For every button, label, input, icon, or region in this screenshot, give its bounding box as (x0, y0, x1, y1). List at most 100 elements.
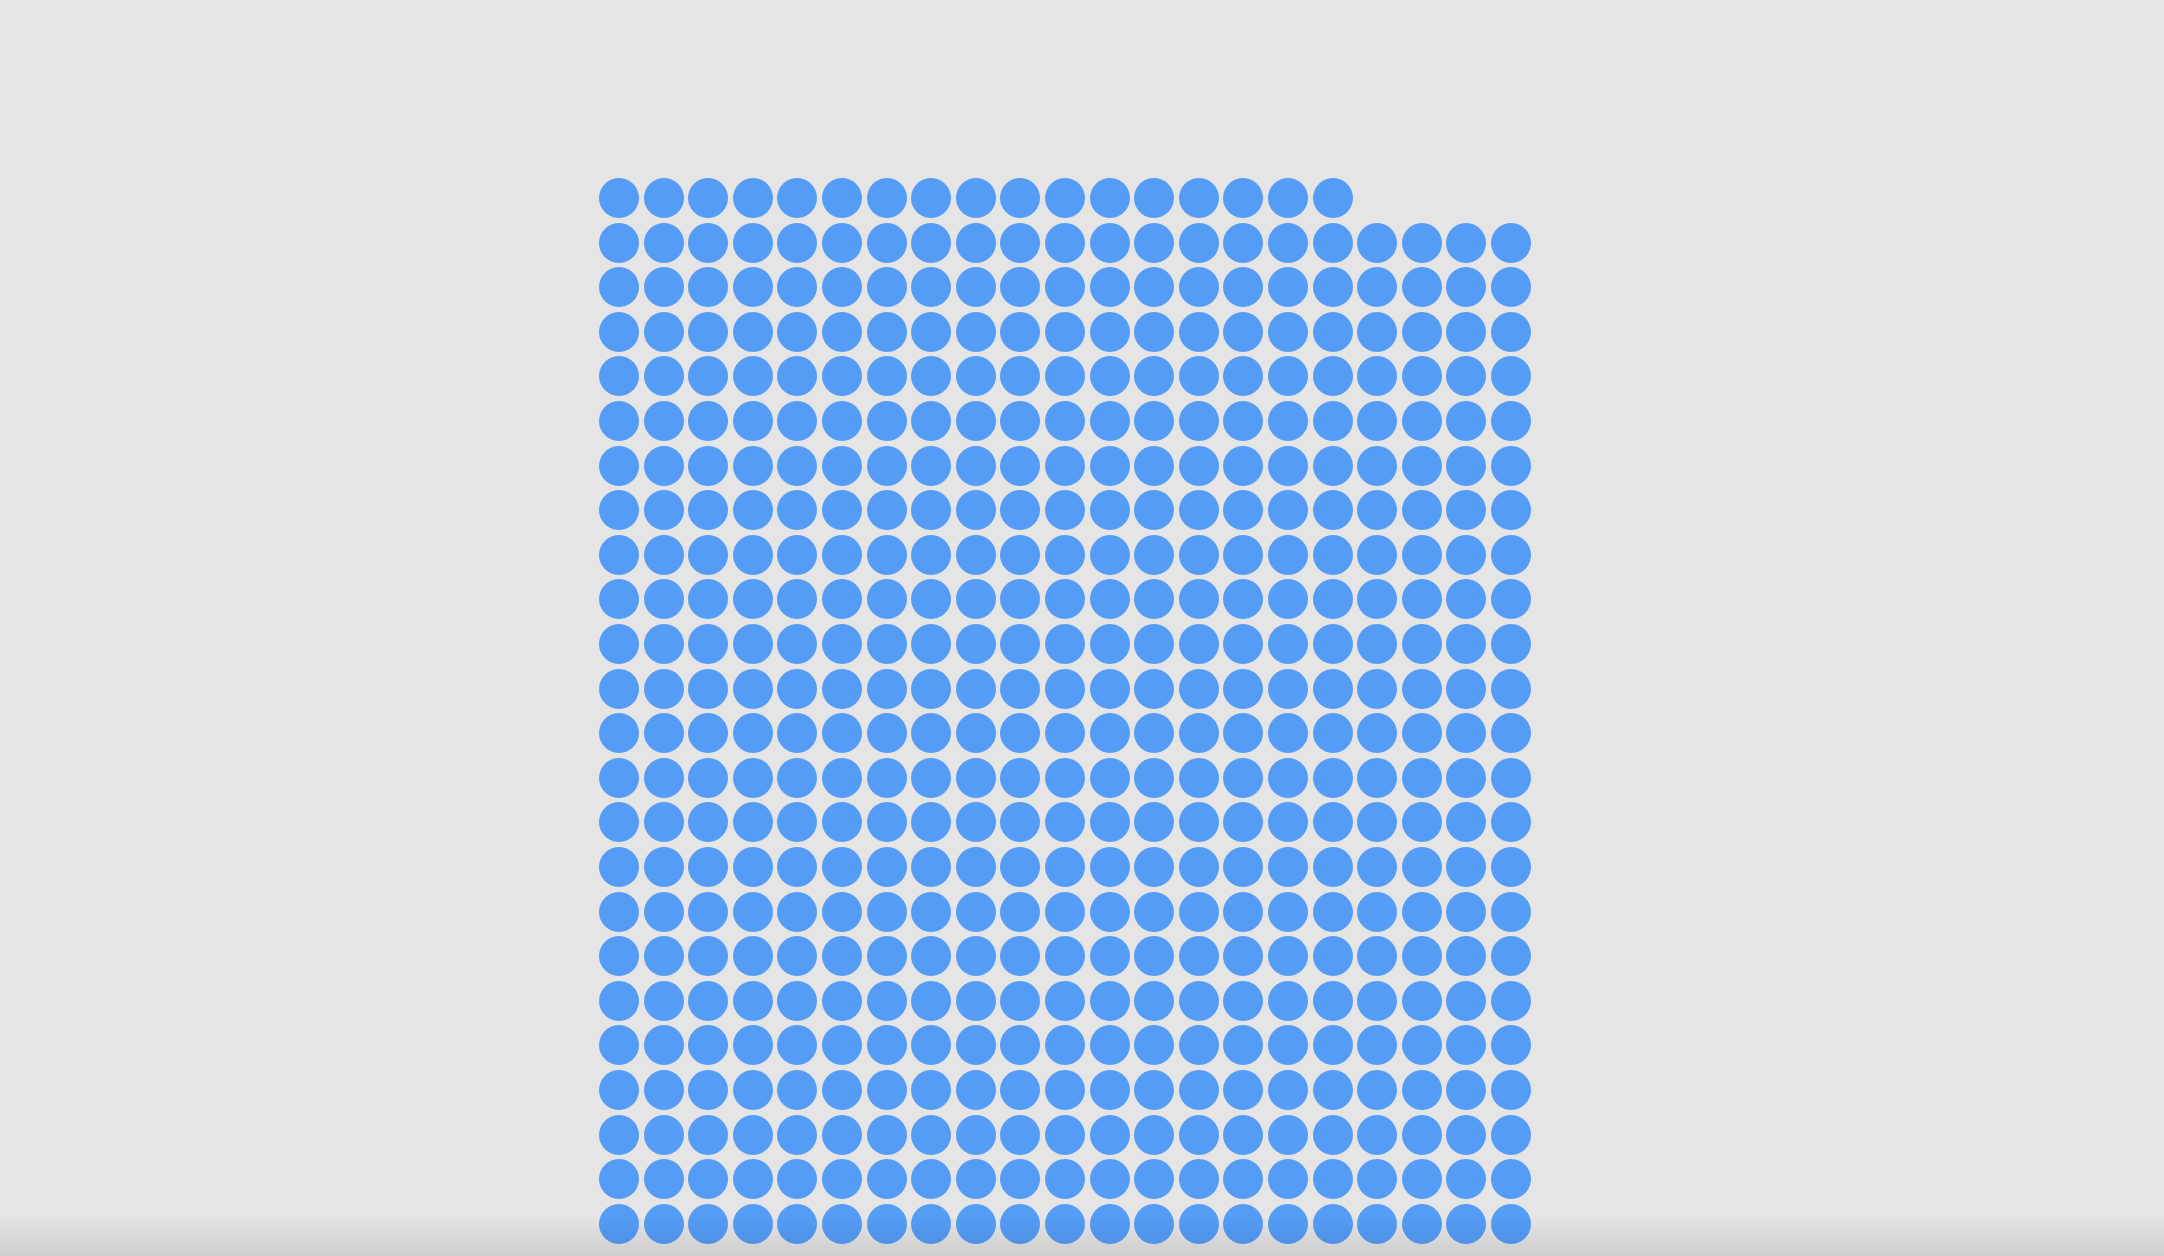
dot (911, 668, 952, 709)
dot (688, 178, 729, 218)
dot (822, 802, 862, 843)
dot (1045, 624, 1085, 664)
dot (688, 1025, 729, 1066)
dot (1401, 936, 1442, 977)
dot (777, 534, 818, 575)
dot (1089, 267, 1130, 308)
dot (643, 178, 684, 218)
dot (1491, 267, 1531, 308)
dot (1178, 445, 1219, 486)
dot (1268, 1070, 1308, 1110)
dot (777, 802, 818, 843)
dot (1268, 713, 1308, 754)
dot (688, 668, 729, 709)
dot (1491, 356, 1531, 397)
dot (599, 1114, 639, 1155)
dot (1223, 445, 1264, 486)
dot (732, 579, 773, 620)
dot (822, 1025, 862, 1066)
dot (1045, 980, 1085, 1021)
dot (732, 222, 773, 263)
dot (1178, 1203, 1219, 1244)
dot (955, 401, 996, 441)
dot (1401, 490, 1442, 531)
dot (1491, 1159, 1531, 1200)
dot (1045, 802, 1085, 843)
dot (643, 1203, 684, 1244)
dot (1134, 356, 1175, 397)
dot (866, 891, 907, 932)
dot (1357, 1025, 1398, 1066)
dot (1312, 668, 1353, 709)
dot (1178, 847, 1219, 887)
dot (1491, 936, 1531, 977)
dot (955, 713, 996, 754)
dot (688, 445, 729, 486)
dot (866, 668, 907, 709)
dot (1312, 490, 1353, 531)
dot (732, 847, 773, 887)
dot (1491, 891, 1531, 932)
dot (1401, 1070, 1442, 1110)
dot (1357, 980, 1398, 1021)
dot (1134, 936, 1175, 977)
dot (777, 668, 818, 709)
dot (1401, 1159, 1442, 1200)
dot (643, 847, 684, 887)
dot (599, 980, 639, 1021)
dot (1000, 401, 1041, 441)
dot (599, 178, 639, 218)
dot (1357, 401, 1398, 441)
dot (911, 1025, 952, 1066)
dot (1045, 1203, 1085, 1244)
dot (1401, 222, 1442, 263)
dot (643, 980, 684, 1021)
dot (1223, 980, 1264, 1021)
dot (688, 267, 729, 308)
dot (911, 1159, 952, 1200)
dot (732, 891, 773, 932)
dot (1178, 1070, 1219, 1110)
dot (1089, 401, 1130, 441)
dot (955, 891, 996, 932)
dot (1491, 311, 1531, 352)
dot (1134, 490, 1175, 531)
dot (1223, 936, 1264, 977)
dot (1401, 713, 1442, 754)
dot (1045, 1114, 1085, 1155)
dot (1045, 445, 1085, 486)
dot (1089, 713, 1130, 754)
dot (1312, 445, 1353, 486)
dot (1134, 1114, 1175, 1155)
dot (1357, 936, 1398, 977)
dot (643, 936, 684, 977)
dot (1089, 1114, 1130, 1155)
dot (1268, 624, 1308, 664)
dot (599, 757, 639, 798)
dot (777, 1114, 818, 1155)
dot (866, 1203, 907, 1244)
dot (732, 311, 773, 352)
dot (1134, 802, 1175, 843)
dot (955, 267, 996, 308)
dot (1268, 356, 1308, 397)
dot (1491, 713, 1531, 754)
dot (599, 1070, 639, 1110)
dot (1223, 311, 1264, 352)
dot (1045, 178, 1085, 218)
dot (1312, 891, 1353, 932)
dot (643, 579, 684, 620)
dot (599, 490, 639, 531)
dot (1446, 624, 1487, 664)
dot (643, 445, 684, 486)
dot (1178, 267, 1219, 308)
dot (1268, 936, 1308, 977)
dot (1491, 579, 1531, 620)
dot (1089, 490, 1130, 531)
dot (1089, 1159, 1130, 1200)
dot (777, 936, 818, 977)
dot (1178, 534, 1219, 575)
dot (1223, 222, 1264, 263)
dot (822, 1070, 862, 1110)
dot (1401, 980, 1442, 1021)
